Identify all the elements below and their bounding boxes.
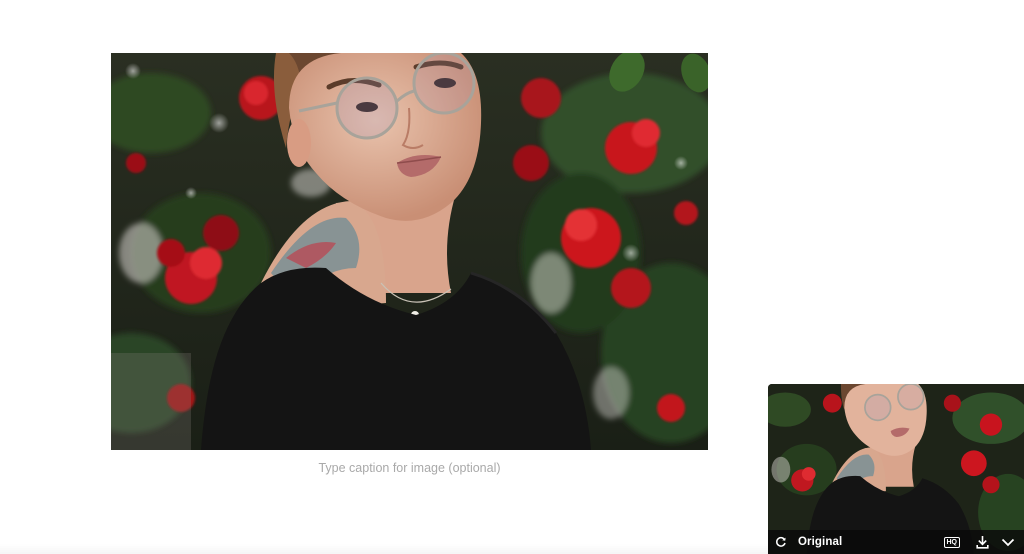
- photo-illustration: [111, 53, 708, 450]
- bottom-divider: [0, 544, 770, 554]
- main-image[interactable]: [111, 53, 708, 450]
- image-caption-input[interactable]: Type caption for image (optional): [111, 461, 708, 475]
- hq-badge[interactable]: HQ: [943, 536, 960, 548]
- preview-mode-label[interactable]: Original: [798, 536, 842, 548]
- rotate-icon[interactable]: [770, 530, 792, 554]
- preview-thumbnail: [768, 384, 1024, 554]
- preview-toolbar: Original HQ: [768, 530, 1024, 554]
- preview-card[interactable]: Original HQ: [768, 384, 1024, 554]
- editor-page: Type caption for image (optional) Origin…: [0, 0, 1024, 554]
- download-icon[interactable]: [974, 530, 990, 554]
- chevron-down-icon[interactable]: [1000, 530, 1016, 554]
